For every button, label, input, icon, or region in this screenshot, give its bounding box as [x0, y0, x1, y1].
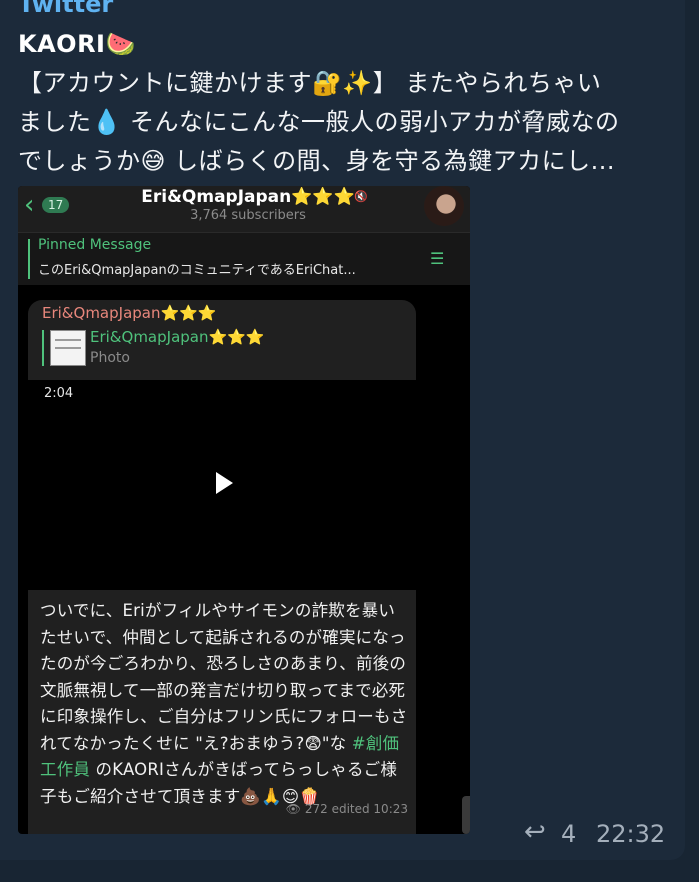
embedded-screenshot[interactable]: ‹ 17 Eri&QmapJapan⭐⭐⭐ 🔇 3,764 subscriber… [18, 186, 470, 834]
channel-title: Eri&QmapJapan⭐⭐⭐ [141, 187, 355, 207]
subscriber-count: 3,764 subscribers [190, 208, 306, 223]
message-sender: Eri&QmapJapan⭐⭐⭐ [42, 304, 217, 322]
video-player: 2:04 [28, 380, 416, 590]
message-bubble: Twitter KAORI🍉 【アカウントに鍵かけます🔐✨】 またやられちゃい … [0, 0, 685, 860]
source-label[interactable]: Twitter [18, 0, 113, 18]
message-caption: ついでに、Eriがフィルやサイモンの詐欺を暴いたせいで、仲間として起訴されるのが… [28, 590, 416, 834]
forward-accent-line [42, 330, 44, 366]
pinned-text: このEri&QmapJapanのコミュニティであるEriChat... [38, 263, 356, 278]
reply-count[interactable]: 4 [561, 820, 576, 848]
message-text-line: ました💧 そんなにこんな一般人の弱小アカが脅威なの [18, 108, 620, 136]
forwarded-type: Photo [90, 350, 130, 366]
reply-icon[interactable]: ↩ [524, 817, 546, 847]
message-text-line: 【アカウントに鍵かけます🔐✨】 またやられちゃい [18, 69, 602, 97]
photo-thumbnail [50, 330, 86, 366]
message-text: 【アカウントに鍵かけます🔐✨】 またやられちゃい ました💧 そんなにこんな一般人… [18, 64, 668, 181]
next-bubble-edge [462, 796, 470, 834]
pin-list-icon: ☰ [430, 249, 445, 268]
back-arrow-icon: ‹ [24, 190, 35, 220]
channel-message: Eri&QmapJapan⭐⭐⭐ Eri&QmapJapan⭐⭐⭐ Photo [28, 300, 416, 380]
pinned-title: Pinned Message [38, 237, 152, 253]
caption-text-part: ついでに、Eriがフィルやサイモンの詐欺を暴いたせいで、仲間として起訴されるのが… [40, 601, 408, 753]
mute-icon: 🔇 [354, 190, 368, 203]
play-icon [216, 472, 233, 494]
caption-text: ついでに、Eriがフィルやサイモンの詐欺を暴いたせいで、仲間として起訴されるのが… [40, 598, 408, 810]
message-time: 22:32 [596, 820, 666, 848]
pinned-accent-line [28, 239, 30, 279]
video-duration: 2:04 [44, 386, 74, 401]
forwarded-from: Eri&QmapJapan⭐⭐⭐ [90, 328, 265, 346]
unread-badge: 17 [42, 197, 70, 213]
author-name[interactable]: KAORI🍉 [18, 30, 136, 58]
channel-header: ‹ 17 Eri&QmapJapan⭐⭐⭐ 🔇 3,764 subscriber… [18, 186, 470, 232]
pinned-message-bar: Pinned Message このEri&QmapJapanのコミュニティである… [18, 232, 470, 285]
caption-text-part: のKAORIさんがきばってらっしゃるご様子もご紹介させて頂きます💩🙏😊🍿 [40, 760, 398, 806]
message-text-line: でしょうか😅 しばらくの間、身を守る為鍵アカにし... [18, 147, 616, 175]
views-edited-meta: 👁 272 edited 10:23 [285, 802, 408, 816]
channel-avatar [424, 186, 464, 226]
